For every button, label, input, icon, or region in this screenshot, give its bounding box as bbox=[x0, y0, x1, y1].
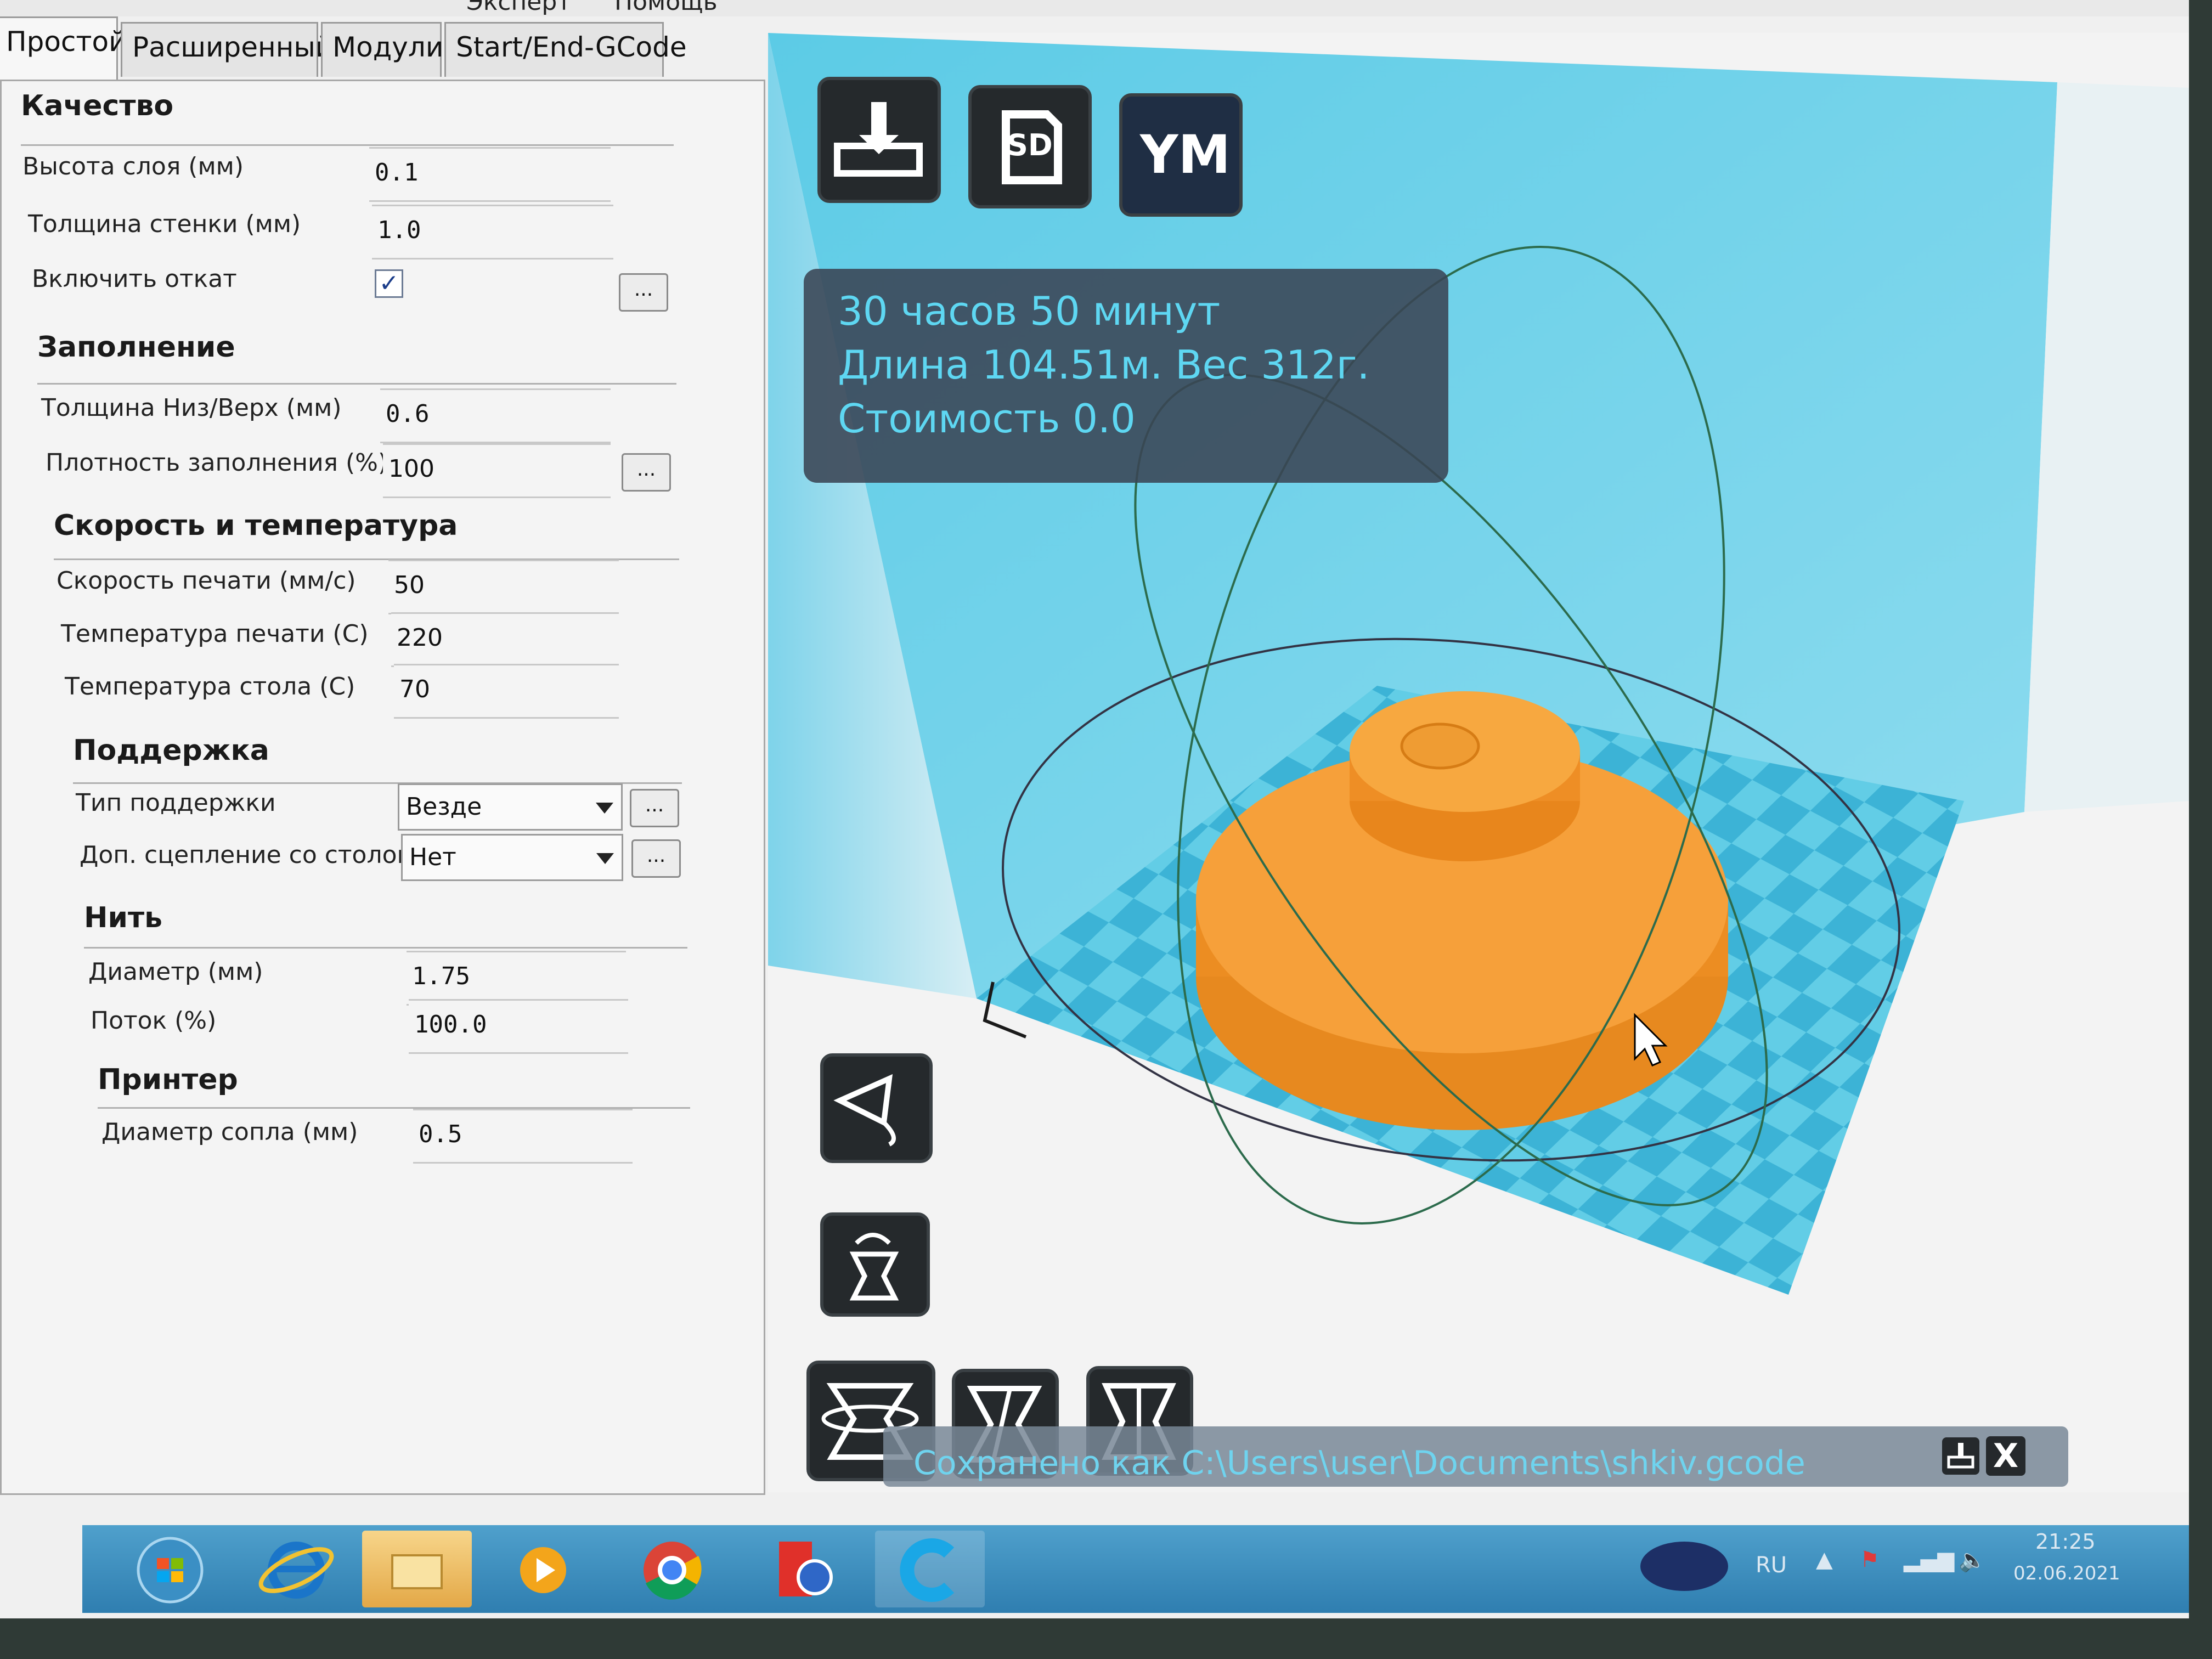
filament-diameter-input[interactable]: 1.75 bbox=[407, 951, 626, 1006]
sd-label: SD bbox=[1007, 128, 1053, 162]
taskbar-settings-app[interactable] bbox=[746, 1531, 856, 1607]
section-divider bbox=[37, 383, 676, 385]
print-speed-label: Скорость печати (мм/с) bbox=[57, 567, 356, 595]
rotate-tool-button[interactable] bbox=[820, 1053, 933, 1163]
adhesion-label: Доп. сцепление со столом bbox=[80, 841, 415, 869]
screen: Эксперт Помощь Простой Расширенный Модул… bbox=[0, 0, 2189, 1618]
flow-label: Поток (%) bbox=[91, 1007, 217, 1035]
layer-height-input[interactable]: 0.1 bbox=[369, 147, 611, 202]
taskbar-file-explorer[interactable] bbox=[362, 1531, 472, 1607]
nozzle-diameter-input[interactable]: 0.5 bbox=[413, 1109, 633, 1164]
section-title-quality: Качество bbox=[21, 89, 174, 122]
settings-app-icon bbox=[779, 1542, 833, 1596]
bed-temperature-input[interactable]: 70 bbox=[394, 664, 619, 719]
menu-item-expert[interactable]: Эксперт bbox=[466, 0, 571, 16]
status-message: Сохранено как C:\Users\user\Documents\sh… bbox=[913, 1444, 1805, 1482]
start-button[interactable] bbox=[115, 1531, 225, 1607]
file-explorer-icon bbox=[391, 1554, 443, 1589]
internet-explorer-icon bbox=[258, 1542, 334, 1599]
support-type-select[interactable]: Везде bbox=[398, 783, 623, 831]
filament-diameter-label: Диаметр (мм) bbox=[88, 958, 263, 986]
support-type-value: Везде bbox=[406, 793, 482, 821]
section-title-speed: Скорость и температура bbox=[54, 509, 458, 542]
fill-density-input[interactable]: 100 bbox=[383, 443, 611, 498]
clock-date[interactable]: 02.06.2021 bbox=[2013, 1562, 2120, 1584]
chevron-down-icon bbox=[596, 803, 613, 814]
wall-thickness-label: Толщина стенки (мм) bbox=[28, 210, 301, 238]
ym-label: YM bbox=[1140, 124, 1231, 185]
taskbar-chrome[interactable] bbox=[617, 1531, 727, 1607]
settings-panel: Качество Высота слоя (мм) 0.1 Толщина ст… bbox=[0, 80, 765, 1495]
bottom-top-thickness-label: Толщина Низ/Верх (мм) bbox=[41, 394, 342, 422]
model-shaft-hole bbox=[1400, 723, 1480, 770]
adhesion-value: Нет bbox=[409, 843, 456, 871]
settings-tabs: Простой Расширенный Модули Start/End-GCo… bbox=[0, 16, 768, 82]
wall-thickness-input[interactable]: 1.0 bbox=[372, 205, 613, 259]
load-model-button[interactable] bbox=[817, 77, 941, 203]
3d-viewport[interactable]: SD YM 30 часов 50 минут Длина 104.51м. В… bbox=[768, 33, 2189, 1492]
close-status-button[interactable]: X bbox=[1986, 1436, 2025, 1476]
fill-settings-button[interactable]: ... bbox=[622, 453, 671, 492]
media-player-icon bbox=[520, 1547, 566, 1593]
adhesion-settings-button[interactable]: ... bbox=[631, 839, 681, 878]
language-indicator[interactable]: RU bbox=[1756, 1553, 1787, 1578]
speaker-icon[interactable]: 🔈 bbox=[1959, 1547, 1986, 1573]
save-icon bbox=[1947, 1443, 1974, 1469]
print-speed-input[interactable]: 50 bbox=[388, 560, 619, 614]
menu-item-help[interactable]: Помощь bbox=[614, 0, 718, 16]
fill-density-label: Плотность заполнения (%) bbox=[46, 449, 388, 477]
taskbar-internet-explorer[interactable] bbox=[241, 1531, 351, 1607]
nozzle-diameter-label: Диаметр сопла (мм) bbox=[101, 1118, 358, 1146]
section-title-fill: Заполнение bbox=[37, 331, 235, 364]
print-info-panel: 30 часов 50 минут Длина 104.51м. Вес 312… bbox=[804, 269, 1448, 483]
tab-plugins[interactable]: Модули bbox=[321, 22, 443, 77]
retraction-settings-button[interactable]: ... bbox=[619, 273, 668, 312]
taskbar-cura[interactable] bbox=[875, 1531, 985, 1607]
flow-input[interactable]: 100.0 bbox=[409, 999, 628, 1054]
taskbar: RU ▲ ⚑ ▂▄▆ 🔈 21:25 02.06.2021 bbox=[82, 1525, 2189, 1613]
adhesion-select[interactable]: Нет bbox=[401, 834, 623, 881]
tab-simple[interactable]: Простой bbox=[0, 16, 127, 81]
bed-temperature-label: Температура стола (C) bbox=[65, 673, 356, 701]
taskbar-media-player[interactable] bbox=[488, 1531, 598, 1607]
scene-canvas[interactable] bbox=[768, 33, 2189, 1492]
start-orb-icon bbox=[137, 1537, 204, 1604]
bottom-top-thickness-input[interactable]: 0.6 bbox=[380, 388, 611, 443]
tab-start-end-gcode[interactable]: Start/End-GCode bbox=[444, 22, 687, 77]
cura-icon bbox=[900, 1538, 955, 1602]
load-model-icon bbox=[834, 102, 923, 177]
scale-tool-button[interactable] bbox=[820, 1212, 930, 1317]
clock-time[interactable]: 21:25 bbox=[2035, 1530, 2096, 1554]
print-cost: Стоимость 0.0 bbox=[838, 396, 1136, 442]
flag-icon[interactable]: ⚑ bbox=[1860, 1547, 1880, 1572]
network-icon[interactable]: ▂▄▆ bbox=[1904, 1547, 1954, 1572]
layer-height-label: Высота слоя (мм) bbox=[22, 153, 244, 180]
rotate-icon bbox=[833, 1074, 896, 1147]
print-time: 30 часов 50 минут bbox=[838, 288, 1221, 334]
section-divider bbox=[84, 947, 687, 949]
menu-bar: Эксперт Помощь bbox=[0, 0, 2189, 16]
support-settings-button[interactable]: ... bbox=[630, 789, 679, 827]
youmagine-button[interactable]: YM bbox=[1119, 93, 1243, 217]
section-title-filament: Нить bbox=[84, 901, 162, 934]
tab-advanced[interactable]: Расширенный bbox=[121, 22, 333, 77]
chevron-up-icon[interactable]: ▲ bbox=[1816, 1547, 1833, 1572]
section-divider bbox=[21, 144, 674, 146]
section-title-support: Поддержка bbox=[73, 734, 269, 767]
chrome-icon bbox=[644, 1542, 702, 1600]
notification-blob bbox=[1640, 1542, 1728, 1591]
retraction-checkbox[interactable]: ✓ bbox=[375, 269, 403, 298]
print-length-weight: Длина 104.51м. Вес 312г. bbox=[838, 342, 1370, 388]
chevron-down-icon bbox=[596, 853, 614, 864]
support-type-label: Тип поддержки bbox=[76, 789, 276, 817]
print-temperature-input[interactable]: 220 bbox=[391, 612, 619, 667]
retraction-label: Включить откат bbox=[32, 265, 237, 293]
print-temperature-label: Температура печати (C) bbox=[61, 620, 369, 648]
section-title-printer: Принтер bbox=[98, 1063, 238, 1096]
scale-icon bbox=[849, 1233, 899, 1301]
save-to-sd-button[interactable]: SD bbox=[968, 85, 1092, 208]
save-gcode-button[interactable] bbox=[1942, 1437, 1979, 1475]
